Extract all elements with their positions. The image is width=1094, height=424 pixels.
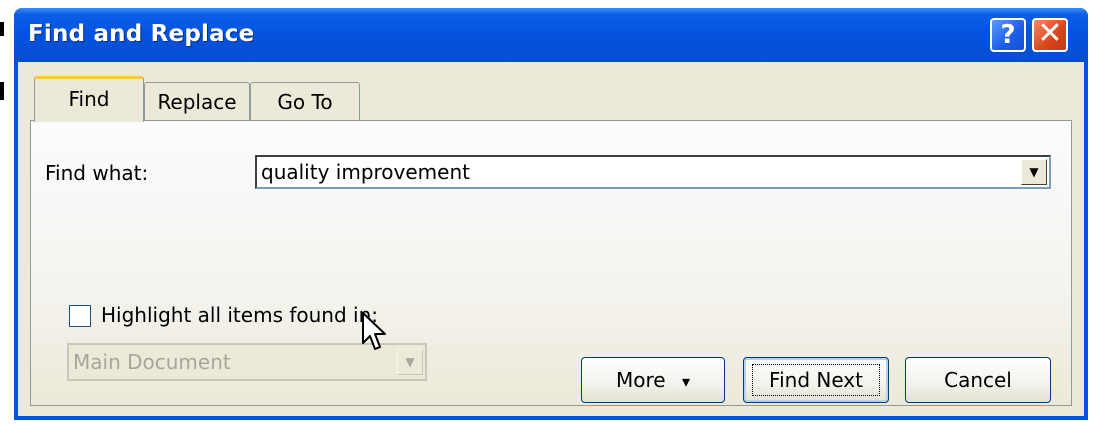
focus-rectangle bbox=[752, 364, 880, 396]
tab-find[interactable]: Find bbox=[34, 76, 144, 122]
dialog-title: Find and Replace bbox=[28, 21, 255, 47]
cancel-label: Cancel bbox=[944, 368, 1012, 392]
find-what-combo[interactable]: quality improvement ▼ bbox=[255, 155, 1051, 189]
tab-replace[interactable]: Replace bbox=[144, 82, 250, 122]
expand-arrow-icon: ▾ bbox=[681, 372, 690, 391]
highlight-scope-value: Main Document bbox=[73, 350, 231, 374]
dialog-body: Find Replace Go To Find what: quality im… bbox=[18, 62, 1084, 416]
title-bar[interactable]: Find and Replace ? ✕ bbox=[14, 8, 1088, 62]
chevron-down-icon[interactable]: ▼ bbox=[397, 349, 423, 375]
find-replace-dialog: Find and Replace ? ✕ Find Replace Go To … bbox=[14, 8, 1088, 420]
help-button[interactable]: ? bbox=[990, 18, 1026, 52]
close-icon: ✕ bbox=[1037, 16, 1063, 51]
more-button[interactable]: More ▾ bbox=[581, 357, 725, 403]
highlight-checkbox[interactable] bbox=[69, 305, 91, 327]
find-what-label: Find what: bbox=[45, 161, 149, 185]
tab-replace-label: Replace bbox=[157, 90, 237, 114]
edge-mark-middle bbox=[0, 82, 4, 100]
tab-find-label: Find bbox=[68, 87, 110, 111]
highlight-label: Highlight all items found in: bbox=[101, 303, 378, 327]
find-panel: Find what: quality improvement ▼ Highlig… bbox=[30, 120, 1072, 406]
find-next-button[interactable]: Find Next bbox=[743, 357, 889, 403]
cancel-button[interactable]: Cancel bbox=[905, 357, 1051, 403]
chevron-down-icon[interactable]: ▼ bbox=[1021, 159, 1047, 185]
help-icon: ? bbox=[1000, 20, 1016, 50]
find-what-input[interactable]: quality improvement bbox=[261, 160, 470, 184]
tab-goto-label: Go To bbox=[277, 90, 333, 114]
mouse-pointer-icon bbox=[362, 312, 386, 350]
more-button-label: More bbox=[616, 368, 666, 392]
edge-mark-top bbox=[0, 22, 4, 36]
close-button[interactable]: ✕ bbox=[1032, 18, 1068, 52]
tab-goto[interactable]: Go To bbox=[250, 82, 360, 122]
